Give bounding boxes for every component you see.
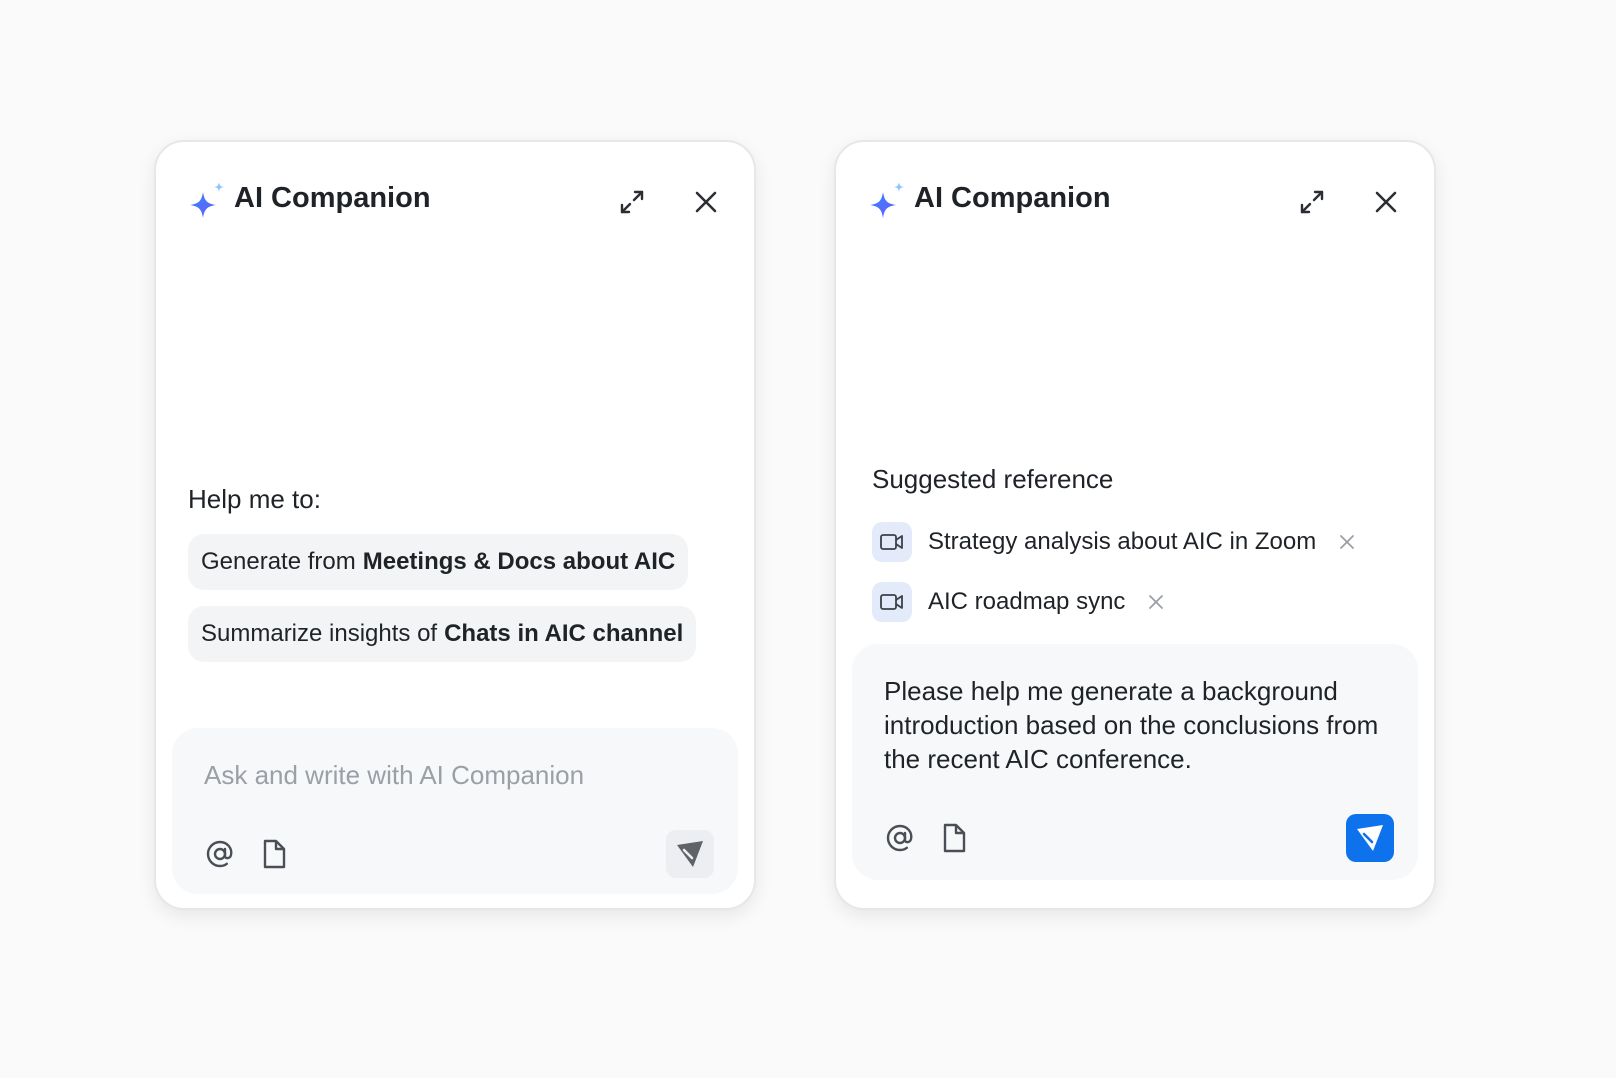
expand-button[interactable] [614,184,650,220]
video-camera-icon [872,582,912,622]
ai-companion-panel: AI Companion Help me to: Generate from M… [154,140,756,910]
panel-header: AI Companion [186,168,724,232]
remove-icon [1340,535,1355,549]
remove-icon [1149,595,1164,609]
expand-button[interactable] [1294,184,1330,220]
ai-companion-panel: AI Companion Suggested reference Strateg… [834,140,1436,910]
attach-file-button[interactable] [936,820,972,856]
reference-item[interactable]: AIC roadmap sync [872,582,1167,622]
suggested-reference-label: Suggested reference [872,464,1114,494]
panel-header: AI Companion [866,168,1404,232]
close-button[interactable] [1368,184,1404,220]
chip-bold: Meetings & Docs about AIC [362,548,676,575]
chip-prefix: Summarize insights of [201,620,438,647]
file-icon [943,823,966,853]
send-icon [677,841,703,867]
suggestion-chip-summarize[interactable]: Summarize insights of Chats in AIC chann… [188,606,697,662]
suggestion-chip-generate[interactable]: Generate from Meetings & Docs about AIC [188,534,689,590]
at-sign-icon [206,840,233,868]
panel-title: AI Companion [234,182,431,214]
video-camera-icon [872,522,912,562]
remove-reference-button[interactable] [1336,531,1358,553]
chip-bold: Chats in AIC channel [444,620,684,647]
send-icon [1357,825,1383,851]
remove-reference-button[interactable] [1145,591,1167,613]
mention-button[interactable] [202,836,238,872]
send-button[interactable] [666,830,714,878]
at-sign-icon [886,824,913,852]
help-label: Help me to: [188,484,321,514]
reference-label: Strategy analysis about AIC in Zoom [928,528,1317,555]
reference-item[interactable]: Strategy analysis about AIC in Zoom [872,522,1358,562]
file-icon [263,839,286,869]
composer: Please help me generate a background int… [852,644,1418,880]
expand-icon [620,190,644,214]
composer-input[interactable]: Ask and write with AI Companion [204,760,584,791]
close-icon [695,191,717,213]
chip-prefix: Generate from [201,548,356,575]
sparkle-icon [186,180,230,224]
close-button[interactable] [688,184,724,220]
panel-title: AI Companion [914,182,1111,214]
close-icon [1375,191,1397,213]
mention-button[interactable] [882,820,918,856]
sparkle-icon [866,180,910,224]
expand-icon [1300,190,1324,214]
send-button[interactable] [1346,814,1394,862]
attach-file-button[interactable] [256,836,292,872]
composer: Ask and write with AI Companion [172,728,738,894]
composer-input[interactable]: Please help me generate a background int… [884,674,1386,776]
reference-label: AIC roadmap sync [928,588,1126,615]
